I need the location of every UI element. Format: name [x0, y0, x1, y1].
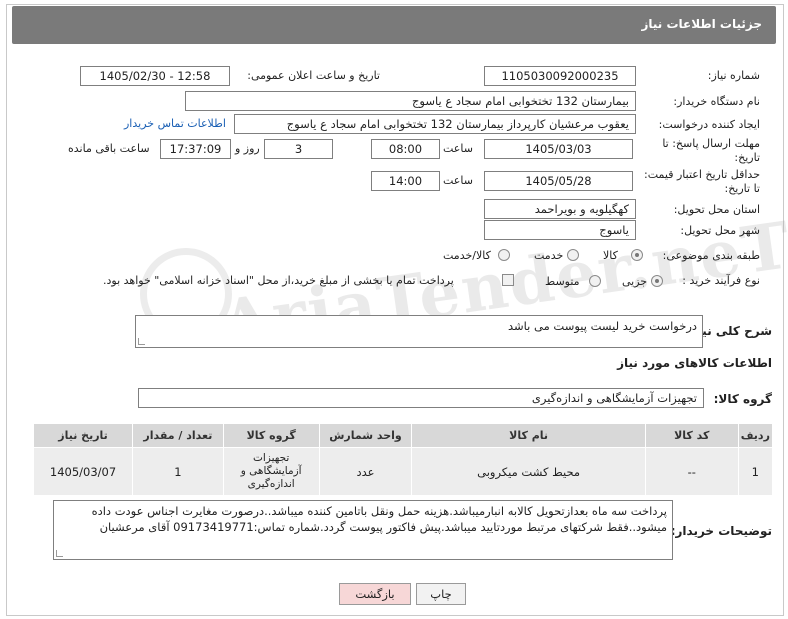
table-row[interactable]: 1 -- محیط کشت میکروبی عدد تجهیزات آزمایش… — [32, 447, 774, 496]
back-button[interactable]: بازگشت — [339, 583, 411, 605]
cell-row-number: 1 — [737, 447, 774, 496]
price-validity-date-field[interactable]: 1405/05/28 — [484, 171, 633, 191]
col-header-item-code: کد کالا — [644, 423, 739, 448]
time-remaining-field[interactable]: 17:37:09 — [160, 139, 231, 159]
goods-section-title: اطلاعات کالاهای مورد نیاز — [617, 356, 772, 370]
process-radio-medium[interactable] — [589, 275, 601, 287]
need-number-field[interactable]: 1105030092000235 — [484, 66, 636, 86]
buyer-org-field[interactable]: بیمارستان 132 تختخوابی امام سجاد ع یاسوج — [185, 91, 636, 111]
days-remaining-field[interactable]: 3 — [264, 139, 333, 159]
deadline-time-field[interactable]: 08:00 — [371, 139, 440, 159]
city-label: شهر محل تحویل: — [680, 224, 760, 237]
purchase-process-label: نوع فرآیند خرید : — [682, 274, 760, 287]
price-validity-time-label: ساعت — [443, 174, 473, 187]
time-remaining-label: ساعت باقی مانده — [68, 142, 150, 155]
buyer-notes-field[interactable]: پرداخت سه ماه بعدازتحویل کالابه انبارمیب… — [53, 500, 673, 560]
deadline-date-field[interactable]: 1405/03/03 — [484, 139, 633, 159]
process-option-medium: متوسط — [545, 275, 580, 288]
goods-table: ردیف کد کالا نام کالا واحد شمارش گروه کا… — [32, 423, 774, 496]
price-validity-label-line1: حداقل تاریخ اعتبار قیمت: — [644, 168, 760, 181]
cell-need-date: 1405/03/07 — [32, 447, 134, 496]
buyer-notes-text: پرداخت سه ماه بعدازتحویل کالابه انبارمیب… — [91, 504, 667, 534]
price-validity-time-field[interactable]: 14:00 — [371, 171, 440, 191]
cell-quantity: 1 — [132, 447, 224, 496]
deadline-label-line2: تاریخ: — [734, 151, 760, 164]
resize-grip-icon[interactable] — [56, 550, 63, 557]
buyer-notes-label: توضیحات خریدار: — [670, 524, 772, 538]
treasury-payment-note: پرداخت تمام یا بخشی از مبلغ خرید،از محل … — [103, 274, 454, 287]
need-number-label: شماره نیاز: — [707, 69, 760, 82]
price-validity-label-line2: تا تاریخ: — [724, 182, 760, 195]
cell-item-name: محیط کشت میکروبی — [411, 447, 646, 496]
category-option-service: خدمت — [534, 249, 564, 262]
col-header-row-number: ردیف — [737, 423, 774, 448]
table-header-row: ردیف کد کالا نام کالا واحد شمارش گروه کا… — [32, 423, 774, 448]
col-header-quantity: تعداد / مقدار — [132, 423, 224, 448]
col-header-unit: واحد شمارش — [318, 423, 413, 448]
cell-unit: عدد — [318, 447, 413, 496]
page-title-bar: جزئیات اطلاعات نیاز — [12, 6, 776, 44]
days-label: روز و — [235, 142, 260, 155]
col-header-need-date: تاریخ نیاز — [32, 423, 134, 448]
process-option-minor: جزیی — [622, 275, 648, 288]
creator-field[interactable]: یعقوب مرعشیان کارپرداز بیمارستان 132 تخت… — [234, 114, 636, 134]
deadline-time-label: ساعت — [443, 142, 473, 155]
province-field[interactable]: کهگیلویه و بویراحمد — [484, 199, 636, 219]
goods-group-label: گروه کالا: — [713, 392, 772, 406]
page-title: جزئیات اطلاعات نیاز — [641, 17, 762, 31]
buyer-contact-link[interactable]: اطلاعات تماس خریدار — [124, 117, 226, 130]
print-button[interactable]: چاپ — [416, 583, 466, 605]
resize-grip-icon[interactable] — [138, 338, 145, 345]
announce-date-field[interactable]: 1405/02/30 - 12:58 — [80, 66, 230, 86]
need-description-text: درخواست خرید لیست پیوست می باشد — [507, 319, 697, 333]
category-radio-service[interactable] — [567, 249, 579, 261]
need-description-field[interactable]: درخواست خرید لیست پیوست می باشد — [135, 315, 703, 348]
process-radio-minor[interactable] — [651, 275, 663, 287]
category-option-goods-service: کالا/خدمت — [443, 249, 491, 262]
announce-date-label: تاریخ و ساعت اعلان عمومی: — [247, 69, 380, 82]
col-header-item-group: گروه کالا — [222, 423, 320, 448]
category-option-goods: کالا — [603, 249, 618, 262]
province-label: استان محل تحویل: — [673, 203, 760, 216]
category-label: طبقه بندی موضوعی: — [662, 249, 760, 262]
cell-item-group: تجهیزات آزمایشگاهی و اندازه‌گیری — [222, 447, 320, 496]
creator-label: ایجاد کننده درخواست: — [658, 118, 760, 131]
category-radio-goods-service[interactable] — [498, 249, 510, 261]
treasury-payment-checkbox[interactable] — [502, 274, 514, 286]
goods-group-field[interactable]: تجهیزات آزمایشگاهی و اندازه‌گیری — [138, 388, 704, 408]
city-field[interactable]: یاسوج — [484, 220, 636, 240]
col-header-item-name: نام کالا — [411, 423, 646, 448]
cell-item-code: -- — [644, 447, 739, 496]
deadline-label-line1: مهلت ارسال پاسخ: تا — [662, 137, 760, 150]
buyer-org-label: نام دستگاه خریدار: — [673, 95, 760, 108]
category-radio-goods[interactable] — [631, 249, 643, 261]
